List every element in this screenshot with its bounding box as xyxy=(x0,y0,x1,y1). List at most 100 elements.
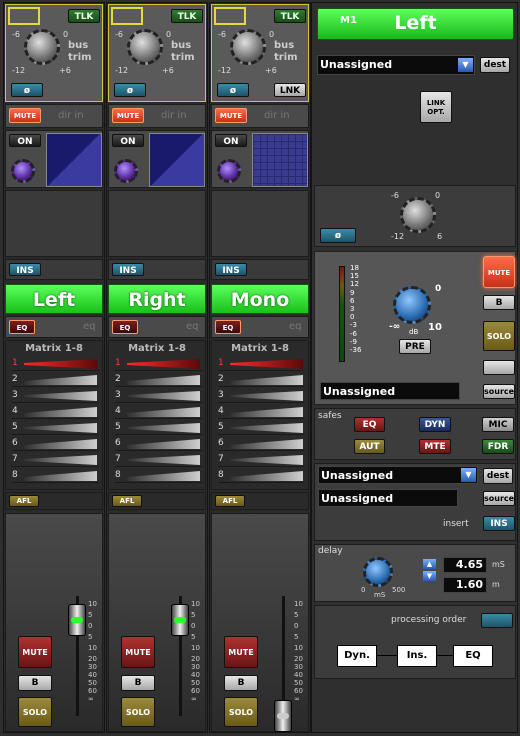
phase-button[interactable]: ø xyxy=(114,83,146,97)
on-button[interactable]: ON xyxy=(112,134,144,147)
matrix-row[interactable]: 7 xyxy=(115,453,202,467)
link-button[interactable]: LNK xyxy=(274,83,306,97)
pan-display[interactable] xyxy=(252,133,308,187)
mute-button[interactable]: MUTE xyxy=(112,108,144,123)
matrix-row[interactable]: 6 xyxy=(115,437,202,451)
fader-handle[interactable] xyxy=(68,604,86,636)
matrix-row[interactable]: 5 xyxy=(115,421,202,435)
matrix-row[interactable]: 8 xyxy=(218,469,305,483)
insert-dest-button[interactable]: dest xyxy=(483,468,513,484)
matrix-send-level[interactable] xyxy=(230,359,303,369)
matrix-row[interactable]: 4 xyxy=(115,405,202,419)
matrix-send-level[interactable] xyxy=(127,455,200,465)
delay-knob[interactable] xyxy=(363,557,393,587)
talkback-button[interactable]: TLK xyxy=(171,9,203,23)
fader-b-button[interactable]: B xyxy=(121,675,155,691)
matrix-send-level[interactable] xyxy=(24,391,97,401)
matrix-send-level[interactable] xyxy=(24,439,97,449)
matrix-send-level[interactable] xyxy=(230,375,303,385)
eq-button[interactable]: EQ xyxy=(215,320,241,334)
dest-button[interactable]: dest xyxy=(480,57,510,73)
fader-b-button[interactable]: B xyxy=(224,675,258,691)
fader-solo-button[interactable]: SOLO xyxy=(18,697,52,727)
on-button[interactable]: ON xyxy=(215,134,247,147)
pre-button[interactable]: PRE xyxy=(399,339,431,354)
fader-mute-button[interactable]: MUTE xyxy=(18,636,52,668)
matrix-send-level[interactable] xyxy=(127,423,200,433)
matrix-send-level[interactable] xyxy=(230,439,303,449)
talkback-button[interactable]: TLK xyxy=(274,9,306,23)
increment-arrow-icon[interactable]: ▲ xyxy=(423,559,436,569)
matrix-send-level[interactable] xyxy=(127,407,200,417)
fader-handle[interactable] xyxy=(274,700,292,732)
gain-knob[interactable] xyxy=(393,286,431,324)
channel-name-button[interactable]: Left xyxy=(5,284,103,314)
insert-button[interactable]: INS xyxy=(215,263,247,276)
talkback-button[interactable]: TLK xyxy=(68,9,100,23)
afl-button[interactable]: AFL xyxy=(9,495,39,507)
fader-solo-button[interactable]: SOLO xyxy=(224,697,258,727)
matrix-send-level[interactable] xyxy=(127,439,200,449)
pan-display[interactable] xyxy=(46,133,102,187)
phase-button[interactable]: ø xyxy=(11,83,43,97)
matrix-row[interactable]: 5 xyxy=(218,421,305,435)
safe-fdr-button[interactable]: FDR xyxy=(482,439,514,454)
phase-button[interactable]: ø xyxy=(320,228,356,243)
safe-dyn-button[interactable]: DYN xyxy=(419,417,451,432)
matrix-send-level[interactable] xyxy=(230,407,303,417)
selection-box[interactable] xyxy=(8,7,40,25)
insert-dest-select[interactable]: Unassigned ▼ xyxy=(318,466,478,484)
matrix-row[interactable]: 6 xyxy=(218,437,305,451)
pan-knob[interactable] xyxy=(11,159,35,183)
b-button[interactable]: B xyxy=(483,295,515,310)
mute-button[interactable]: MUTE xyxy=(215,108,247,123)
matrix-row[interactable]: 8 xyxy=(115,469,202,483)
link-opt-button[interactable]: LINK OPT. xyxy=(420,91,452,123)
insert-source-button[interactable]: source xyxy=(483,491,515,506)
insert-ins-button[interactable]: INS xyxy=(483,516,515,531)
on-button[interactable]: ON xyxy=(9,134,41,147)
selection-box[interactable] xyxy=(214,7,246,25)
fader-mute-button[interactable]: MUTE xyxy=(121,636,155,668)
matrix-send-level[interactable] xyxy=(24,407,97,417)
matrix-send-level[interactable] xyxy=(24,359,97,369)
matrix-send-level[interactable] xyxy=(230,391,303,401)
channel-name-button[interactable]: Mono xyxy=(211,284,309,314)
matrix-send-level[interactable] xyxy=(127,359,200,369)
matrix-row[interactable]: 2 xyxy=(218,373,305,387)
matrix-row[interactable]: 7 xyxy=(12,453,99,467)
master-name-button[interactable]: M1 Left xyxy=(317,8,514,40)
dropdown-arrow-icon[interactable]: ▼ xyxy=(461,468,476,482)
fader-mute-button[interactable]: MUTE xyxy=(224,636,258,668)
phase-button[interactable]: ø xyxy=(217,83,249,97)
matrix-send-level[interactable] xyxy=(230,455,303,465)
output-dest-select[interactable]: Unassigned ▼ xyxy=(317,55,475,75)
master-solo-button[interactable]: SOLO xyxy=(483,321,515,351)
matrix-send-level[interactable] xyxy=(230,423,303,433)
mute-button[interactable]: MUTE xyxy=(9,108,41,123)
afl-button[interactable]: AFL xyxy=(112,495,142,507)
pan-knob[interactable] xyxy=(217,159,241,183)
matrix-row[interactable]: 2 xyxy=(12,373,99,387)
matrix-send-level[interactable] xyxy=(127,375,200,385)
matrix-row[interactable]: 3 xyxy=(218,389,305,403)
bus-trim-knob[interactable] xyxy=(230,29,266,65)
order-eq[interactable]: EQ xyxy=(453,645,493,667)
matrix-send-level[interactable] xyxy=(24,423,97,433)
matrix-send-level[interactable] xyxy=(24,471,97,481)
matrix-row[interactable]: 7 xyxy=(218,453,305,467)
decrement-arrow-icon[interactable]: ▼ xyxy=(423,571,436,581)
matrix-row[interactable]: 3 xyxy=(115,389,202,403)
order-ins[interactable]: Ins. xyxy=(397,645,437,667)
safe-mte-button[interactable]: MTE xyxy=(419,439,451,454)
matrix-send-level[interactable] xyxy=(24,375,97,385)
delay-m-field[interactable]: 1.60 xyxy=(443,577,487,593)
insert-button[interactable]: INS xyxy=(112,263,144,276)
source-select[interactable]: Unassigned xyxy=(320,382,460,400)
pan-display[interactable] xyxy=(149,133,205,187)
matrix-row[interactable]: 5 xyxy=(12,421,99,435)
matrix-row[interactable]: 8 xyxy=(12,469,99,483)
insert-button[interactable]: INS xyxy=(9,263,41,276)
bus-trim-knob[interactable] xyxy=(127,29,163,65)
safe-aut-button[interactable]: AUT xyxy=(354,439,385,454)
